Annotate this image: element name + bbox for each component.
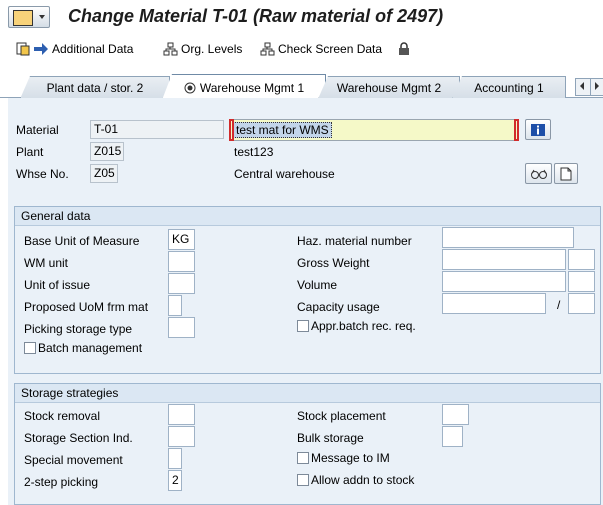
tab-warehouse-mgmt-2[interactable]: Warehouse Mgmt 2 — [318, 76, 460, 99]
stock-placement-input[interactable] — [442, 404, 469, 425]
proposed-uom-label: Proposed UoM frm mat — [24, 300, 149, 314]
capacity-usage-label: Capacity usage — [297, 300, 380, 314]
message-to-im-checkbox[interactable] — [297, 452, 309, 464]
tab-warehouse-mgmt-1[interactable]: Warehouse Mgmt 1 — [162, 74, 326, 100]
haz-material-label: Haz. material number — [297, 234, 412, 248]
gross-weight-unit-input[interactable] — [568, 249, 595, 270]
menu-icon — [13, 10, 33, 26]
batch-management-label: Batch management — [38, 341, 143, 355]
info-button[interactable] — [525, 119, 551, 140]
unit-of-issue-label: Unit of issue — [24, 278, 91, 292]
material-description-input[interactable]: test mat for WMS — [229, 119, 519, 141]
check-screen-data-button[interactable]: Check Screen Data — [260, 40, 382, 58]
appr-batch-checkbox[interactable] — [297, 320, 309, 332]
additional-data-button[interactable]: Additional Data — [16, 40, 133, 58]
title-bar: Change Material T-01 (Raw material of 24… — [0, 0, 603, 34]
lock-button[interactable] — [398, 40, 413, 58]
tab-accounting-1[interactable]: Accounting 1 — [452, 76, 566, 99]
field-marker-left — [229, 119, 234, 141]
storage-strategies-title: Storage strategies — [15, 384, 600, 403]
volume-unit-input[interactable] — [568, 271, 595, 292]
gross-weight-label: Gross Weight — [297, 256, 370, 270]
capacity-unit-input[interactable] — [568, 293, 595, 314]
proposed-uom-input[interactable] — [168, 295, 182, 316]
gross-weight-input[interactable] — [442, 249, 566, 270]
info-icon — [531, 123, 545, 136]
wm-unit-label: WM unit — [24, 256, 69, 270]
storage-section-ind-label: Storage Section Ind. — [24, 431, 133, 445]
new-document-button[interactable] — [554, 163, 578, 184]
tab-plant-data-stor-2[interactable]: Plant data / stor. 2 — [20, 76, 170, 99]
org-levels-label: Org. Levels — [181, 42, 243, 56]
glasses-icon — [530, 169, 547, 179]
lock-icon — [399, 42, 409, 55]
warehouse-number-field: Z05 — [90, 164, 118, 183]
page-title: Change Material T-01 (Raw material of 24… — [68, 6, 444, 26]
material-field: T-01 — [90, 120, 224, 139]
tab-scroll-right-button[interactable] — [590, 78, 603, 96]
appr-batch-label: Appr.batch rec. req. — [311, 319, 416, 333]
special-movement-input[interactable] — [168, 448, 182, 469]
base-uom-label: Base Unit of Measure — [24, 234, 140, 248]
document-icon — [560, 167, 572, 180]
plant-description: test123 — [234, 145, 274, 159]
material-label: Material — [16, 123, 59, 137]
chevron-down-icon — [39, 15, 45, 19]
tab-label: Accounting 1 — [474, 81, 544, 95]
tab-label: Warehouse Mgmt 2 — [336, 81, 442, 95]
capacity-usage-input[interactable] — [442, 293, 546, 314]
stock-placement-label: Stock placement — [297, 409, 386, 423]
tab-label: Plant data / stor. 2 — [46, 81, 144, 95]
general-data-group: General data Base Unit of Measure KG WM … — [14, 206, 601, 374]
special-movement-label: Special movement — [24, 453, 123, 467]
check-screen-data-label: Check Screen Data — [278, 42, 383, 56]
org-levels-icon — [163, 42, 178, 56]
allow-addn-label: Allow addn to stock — [311, 473, 415, 487]
storage-section-ind-input[interactable] — [168, 426, 195, 447]
plant-field: Z015 — [90, 142, 124, 161]
base-uom-input[interactable]: KG — [168, 229, 195, 250]
capacity-separator: / — [557, 298, 561, 312]
stock-removal-input[interactable] — [168, 404, 195, 425]
arrow-right-icon — [34, 43, 48, 55]
picking-storage-type-input[interactable] — [168, 317, 195, 338]
system-menu-button[interactable] — [8, 6, 50, 28]
allow-addn-checkbox[interactable] — [297, 474, 309, 486]
haz-material-input[interactable] — [442, 227, 574, 248]
stock-removal-label: Stock removal — [24, 409, 101, 423]
picking-storage-type-label: Picking storage type — [24, 322, 133, 336]
volume-label: Volume — [297, 278, 338, 292]
glasses-button[interactable] — [525, 163, 552, 184]
chevron-right-icon — [595, 82, 599, 90]
tab-scroll-left-button[interactable] — [575, 78, 591, 96]
radio-selected-icon — [184, 82, 196, 93]
plant-label: Plant — [16, 145, 44, 159]
data-sheet-icon — [16, 42, 30, 56]
warehouse-number-label: Whse No. — [16, 167, 69, 181]
bulk-storage-label: Bulk storage — [297, 431, 364, 445]
volume-input[interactable] — [442, 271, 566, 292]
check-screen-icon — [260, 42, 275, 56]
two-step-picking-label: 2-step picking — [24, 475, 99, 489]
message-to-im-label: Message to IM — [311, 451, 390, 465]
wm-unit-input[interactable] — [168, 251, 195, 272]
material-description-text: test mat for WMS — [233, 122, 332, 138]
tab-strip: Plant data / stor. 2 Warehouse Mgmt 1 Wa… — [0, 70, 603, 100]
tab-label: Warehouse Mgmt 1 — [199, 80, 305, 95]
org-levels-button[interactable]: Org. Levels — [163, 40, 242, 58]
two-step-picking-input[interactable]: 2 — [168, 470, 182, 491]
general-data-title: General data — [15, 207, 600, 226]
application-toolbar: Additional Data Org. Levels Check Screen… — [0, 36, 603, 62]
field-marker-right — [514, 119, 519, 141]
unit-of-issue-input[interactable] — [168, 273, 195, 294]
warehouse-description: Central warehouse — [234, 167, 335, 181]
bulk-storage-input[interactable] — [442, 426, 463, 447]
tab-content-panel: Material T-01 test mat for WMS Plant Z01… — [8, 98, 603, 505]
storage-strategies-group: Storage strategies Stock removal Storage… — [14, 383, 601, 505]
chevron-left-icon — [580, 82, 584, 90]
batch-management-checkbox[interactable] — [24, 342, 36, 354]
additional-data-label: Additional Data — [52, 42, 134, 56]
